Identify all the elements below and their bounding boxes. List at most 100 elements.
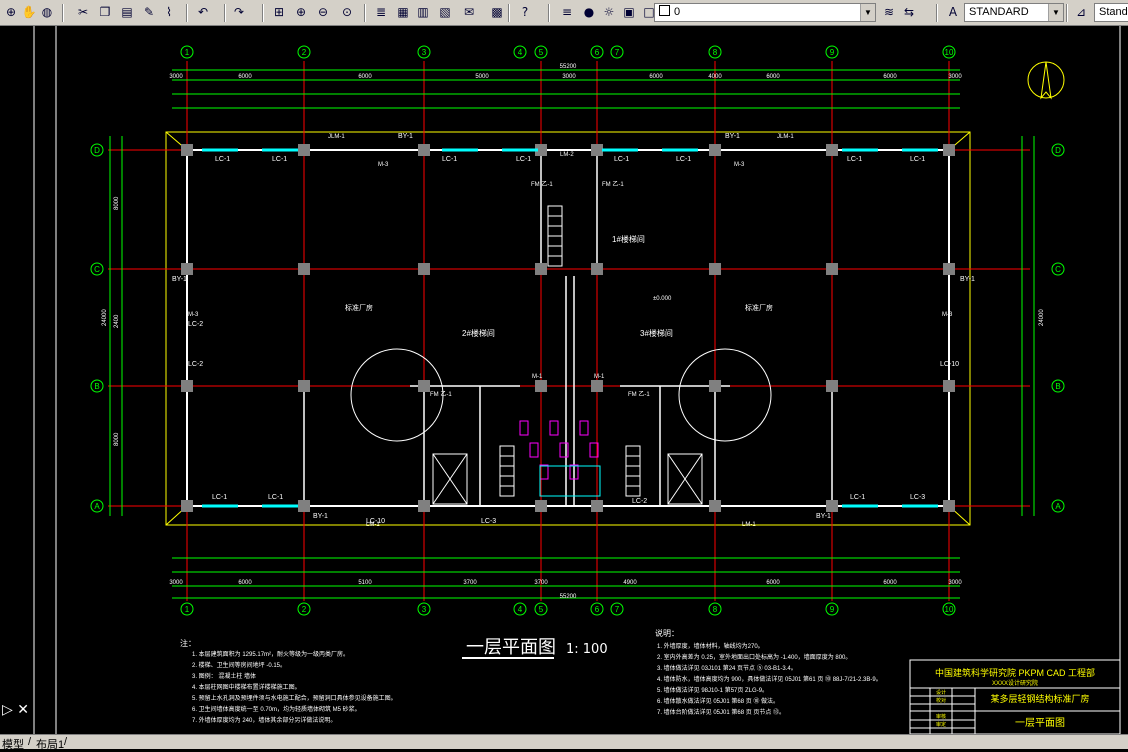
bay-label: BY-1 [313, 513, 328, 520]
titleblock-project: 某多层轻钢结构标准厂房 [990, 693, 1089, 704]
layout-tabs-bar: 模型 / 布局1 / [0, 734, 1128, 752]
column [709, 263, 721, 275]
chevron-down-icon[interactable]: ▼ [1048, 4, 1063, 21]
column [943, 500, 955, 512]
titleblock-cell: 审定 [936, 721, 946, 728]
grid-label: C [1055, 265, 1061, 274]
door-label: FM 乙-1 [628, 391, 650, 398]
redo-icon[interactable]: ↷ [230, 3, 248, 21]
column [535, 263, 547, 275]
dimension-text: 55200 [560, 64, 577, 70]
tool-palette-icon[interactable]: ▥ [414, 3, 432, 21]
window-label: LC-2 [188, 321, 203, 328]
grid-label: 2 [302, 605, 307, 614]
text-style-icon[interactable]: A [944, 3, 962, 21]
layer-value: 0 [674, 6, 681, 18]
window-label: LC-1 [215, 156, 230, 163]
column [709, 380, 721, 392]
bay-label: BY-1 [960, 276, 975, 283]
door-label: M-3 [378, 162, 389, 168]
grid-label: 7 [615, 48, 620, 57]
dimension-text: 3000 [169, 580, 183, 586]
door-label: LM-1 [742, 522, 756, 528]
dim-style-value: Stand [1099, 6, 1128, 18]
layer-state-icon[interactable]: ≋ [880, 3, 898, 21]
layer-previous-icon[interactable]: ⇆ [900, 3, 918, 21]
layout-tab[interactable]: 布局1 [36, 736, 64, 752]
grid-label: 10 [945, 48, 954, 57]
door-label: M-1 [594, 374, 605, 380]
dim-style-dropdown[interactable]: Stand [1094, 3, 1128, 22]
grid-label: 10 [945, 605, 954, 614]
match-properties-icon[interactable]: ✎ [140, 3, 158, 21]
window-label: LC-1 [910, 156, 925, 163]
sheet-set-icon[interactable]: ▧ [436, 3, 454, 21]
globe-icon[interactable]: ◍ [38, 3, 56, 21]
column [298, 500, 310, 512]
ucs-icon: ▷ ✕ [2, 702, 29, 718]
door-label: JLM-1 [777, 134, 794, 140]
brush-icon[interactable]: ⌇ [160, 3, 178, 21]
window-label: LC-2 [632, 498, 647, 505]
paste-icon[interactable]: ▤ [118, 3, 136, 21]
grid-label: 5 [539, 48, 544, 57]
column [535, 500, 547, 512]
door-label: LM-2 [560, 152, 574, 158]
calculator-icon[interactable]: ▩ [488, 3, 506, 21]
room-label: 标准厂房 [745, 303, 773, 312]
dimension-text: 6000 [766, 74, 780, 80]
chevron-down-icon[interactable]: ▼ [860, 4, 875, 21]
column [943, 263, 955, 275]
dim-style-icon[interactable]: ⊿ [1072, 3, 1090, 21]
zoom-window-icon[interactable]: ⊞ [270, 3, 288, 21]
pan-icon[interactable]: ✋ [20, 3, 38, 21]
copy-icon[interactable]: ❐ [96, 3, 114, 21]
bay-label: BY-1 [816, 513, 831, 520]
dimension-text: 3700 [534, 580, 548, 586]
dimension-text: 3000 [562, 74, 576, 80]
window-label: LC-1 [847, 156, 862, 163]
grid-label: 2 [302, 48, 307, 57]
bulb-icon[interactable]: ● [580, 3, 598, 21]
text-style-dropdown[interactable]: STANDARD ▼ [964, 3, 1064, 22]
dimension-text: 24000 [102, 309, 108, 326]
grid-label: B [1055, 382, 1060, 391]
cut-icon[interactable]: ✂ [74, 3, 92, 21]
column [943, 144, 955, 156]
undo-icon[interactable]: ↶ [194, 3, 212, 21]
properties-icon[interactable]: ≣ [372, 3, 390, 21]
titleblock-cell: 设计 [936, 689, 946, 696]
layer-dropdown[interactable]: 0 ▼ [654, 3, 876, 22]
column [181, 380, 193, 392]
model-tab[interactable]: 模型 [2, 736, 24, 752]
zoom-previous-icon[interactable]: ⊙ [338, 3, 356, 21]
lock-icon[interactable]: ▣ [620, 3, 638, 21]
markup-icon[interactable]: ✉ [460, 3, 478, 21]
toolbar-separator [1066, 4, 1068, 22]
column [826, 380, 838, 392]
grid-label: 1 [185, 605, 190, 614]
drawing-canvas[interactable]: 1 1 2 2 3 3 4 4 5 5 6 6 7 7 8 8 9 9 10 10 D D C C B B A A 55200 55200… [0, 26, 1128, 734]
window-label: LC-2 [188, 361, 203, 368]
dimension-text: 3700 [463, 580, 477, 586]
dimension-text: 55200 [560, 594, 577, 600]
stair-label: 2#楼梯间 [462, 328, 495, 338]
dimension-text: 3000 [948, 74, 962, 80]
layer-manager-icon[interactable]: ≡ [558, 3, 576, 21]
column [181, 144, 193, 156]
column [418, 144, 430, 156]
note-line: 7. 外墙体厚度均为 240，墙体其余部分另详做法说明。 [192, 716, 336, 724]
zoom-in-icon[interactable]: ⊕ [292, 3, 310, 21]
zoom-out-icon[interactable]: ⊖ [314, 3, 332, 21]
dimension-text: 6000 [358, 74, 372, 80]
grid-label: 4 [518, 605, 523, 614]
design-center-icon[interactable]: ▦ [394, 3, 412, 21]
sun-icon[interactable]: ☼ [600, 3, 618, 21]
note-line: 6. 墙体散水做法详见 05J01 第68 页 ⑩ 做法。 [657, 697, 779, 705]
toolbar-separator [186, 4, 188, 22]
drawing-title: 一层平面图 [466, 637, 556, 658]
zoom-realtime-icon[interactable]: ⊕ [2, 3, 20, 21]
note-line: 2. 室内外高差为 0.25，室外地面出口处标高为 -1.400，墙面厚度为 8… [657, 653, 851, 661]
door-label: LM-1 [366, 522, 380, 528]
help-icon[interactable]: ? [516, 3, 534, 21]
